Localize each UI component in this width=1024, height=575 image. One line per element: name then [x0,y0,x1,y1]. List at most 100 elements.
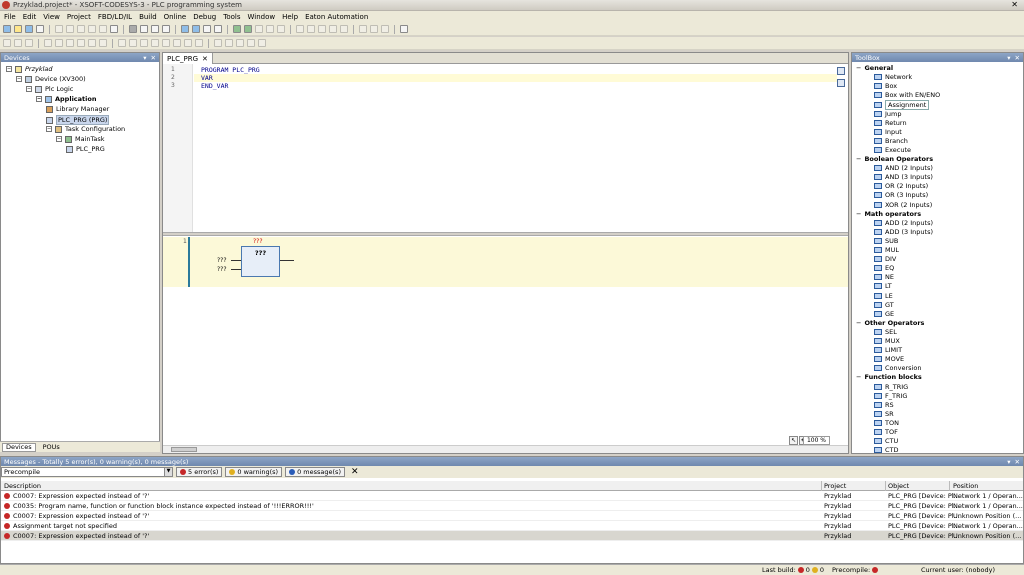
toolbar-button-icon[interactable] [214,25,222,33]
toolbox-item[interactable]: ADD (2 Inputs) [874,219,933,227]
toolbox-item[interactable]: SUB [874,237,898,245]
close-tab-icon[interactable]: ✕ [202,55,208,63]
toolbox-item[interactable]: MOVE [874,355,904,363]
toolbox-item[interactable]: Return [874,119,907,127]
toolbar-button-icon[interactable] [77,39,85,47]
box-input-2[interactable]: ??? [217,266,227,273]
menu-online[interactable]: Online [164,13,187,21]
tree-item[interactable]: − Plc Logic [26,85,73,93]
close-icon[interactable]: ✕ [1015,54,1020,62]
code-line[interactable]: END_VAR [201,82,228,90]
expand-collapse-icon[interactable]: − [56,136,62,142]
expand-collapse-icon[interactable]: − [46,126,52,132]
toolbar-button-icon[interactable] [14,25,22,33]
toolbox-item[interactable]: MUX [874,337,900,345]
box-instance-name[interactable]: ??? [253,238,263,245]
toolbar-button-icon[interactable] [359,25,367,33]
toolbar-button-icon[interactable] [225,39,233,47]
toolbox-item[interactable]: F_TRIG [874,392,907,400]
toolbox-item[interactable]: LE [874,292,893,300]
toolbar-button-icon[interactable] [307,25,315,33]
toolbar-button-icon[interactable] [88,39,96,47]
toolbox-item[interactable]: TON [874,419,899,427]
toolbar-button-icon[interactable] [140,25,148,33]
box-input-1[interactable]: ??? [217,257,227,264]
toolbar-button-icon[interactable] [255,25,263,33]
declaration-editor[interactable]: 1 PROGRAM PLC_PRG 2 VAR 3 END_VAR [163,64,837,232]
toolbar-button-icon[interactable] [173,39,181,47]
menu-fbd-ld-il[interactable]: FBD/LD/IL [98,13,132,21]
toolbar-button-icon[interactable] [203,25,211,33]
toolbar-button-icon[interactable] [66,25,74,33]
toolbar-button-icon[interactable] [140,39,148,47]
toolbar-button-icon[interactable] [258,39,266,47]
toolbox-item[interactable]: AND (2 Inputs) [874,164,933,172]
toolbar-button-icon[interactable] [296,25,304,33]
close-window-icon[interactable]: ✕ [1011,0,1018,9]
toolbar-button-icon[interactable] [400,25,408,33]
box-type-name[interactable]: ??? [242,249,279,257]
table-row[interactable]: C0007: Expression expected instead of '?… [1,511,1023,521]
menu-tools[interactable]: Tools [223,13,240,21]
toolbar-button-icon[interactable] [55,25,63,33]
toolbar-button-icon[interactable] [66,39,74,47]
toolbox-item[interactable]: SR [874,410,894,418]
tree-item[interactable]: − Application [36,95,96,103]
table-row[interactable]: C0007: Expression expected instead of '?… [1,491,1023,501]
declaration-view-icon[interactable] [837,67,845,75]
tree-item[interactable]: − Przyklad [6,65,53,73]
toolbar-button-icon[interactable] [236,39,244,47]
toolbar-button-icon[interactable] [329,25,337,33]
code-line[interactable]: VAR [201,74,213,82]
tab-devices[interactable]: Devices [2,442,36,452]
warnings-filter-button[interactable]: 0 warning(s) [225,467,283,477]
toolbar-button-icon[interactable] [247,39,255,47]
toolbox-group-header[interactable]: − Math operators [856,210,921,218]
zoom-level[interactable]: 100 % [802,436,830,445]
toolbox-item[interactable]: NE [874,273,894,281]
scrollbar-thumb[interactable] [171,447,197,452]
toolbar-button-icon[interactable] [340,25,348,33]
column-header[interactable]: Position [953,482,978,490]
expand-collapse-icon[interactable]: − [16,76,22,82]
tab-pous[interactable]: POUs [40,443,63,452]
toolbox-item[interactable]: Conversion [874,364,921,372]
toolbar-button-icon[interactable] [99,25,107,33]
chevron-down-icon[interactable]: ▼ [164,468,172,476]
toolbar-button-icon[interactable] [3,39,11,47]
fbd-box[interactable]: ??? [241,246,280,277]
toolbar-button-icon[interactable] [3,25,11,33]
toolbox-item[interactable]: AND (3 Inputs) [874,173,933,181]
toolbar-button-icon[interactable] [88,25,96,33]
toolbox-item[interactable]: GE [874,310,894,318]
column-header[interactable]: Object [888,482,909,490]
close-icon[interactable]: ✕ [151,54,156,62]
toolbar-button-icon[interactable] [14,39,22,47]
toolbox-item[interactable]: LIMIT [874,346,902,354]
collapse-icon[interactable]: − [856,155,861,163]
toolbar-button-icon[interactable] [151,25,159,33]
tree-item[interactable]: PLC_PRG [66,145,105,153]
horizontal-scrollbar[interactable] [163,445,848,453]
toolbox-group-header[interactable]: − Other Operators [856,319,924,327]
toolbar-button-icon[interactable] [181,25,189,33]
toolbox-item[interactable]: ADD (3 Inputs) [874,228,933,236]
toolbox-item[interactable]: OR (3 Inputs) [874,191,928,199]
toolbar-button-icon[interactable] [370,25,378,33]
toolbox-item[interactable]: Box [874,82,897,90]
toolbar-button-icon[interactable] [129,39,137,47]
close-icon[interactable]: ✕ [1015,458,1020,466]
toolbar-button-icon[interactable] [25,39,33,47]
tree-item[interactable]: − Device (XV300) [16,75,86,83]
toolbox-item[interactable]: R_TRIG [874,383,908,391]
pin-icon[interactable]: ▾ [143,54,146,62]
toolbar-button-icon[interactable] [381,25,389,33]
pointer-icon[interactable]: ↖ [789,436,798,445]
clear-messages-icon[interactable]: ✕ [351,467,359,477]
menu-help[interactable]: Help [282,13,298,21]
toolbox-item[interactable]: EQ [874,264,894,272]
toolbar-button-icon[interactable] [151,39,159,47]
menu-edit[interactable]: Edit [23,13,37,21]
errors-filter-button[interactable]: 5 error(s) [176,467,223,477]
editor-splitter[interactable] [163,232,848,236]
